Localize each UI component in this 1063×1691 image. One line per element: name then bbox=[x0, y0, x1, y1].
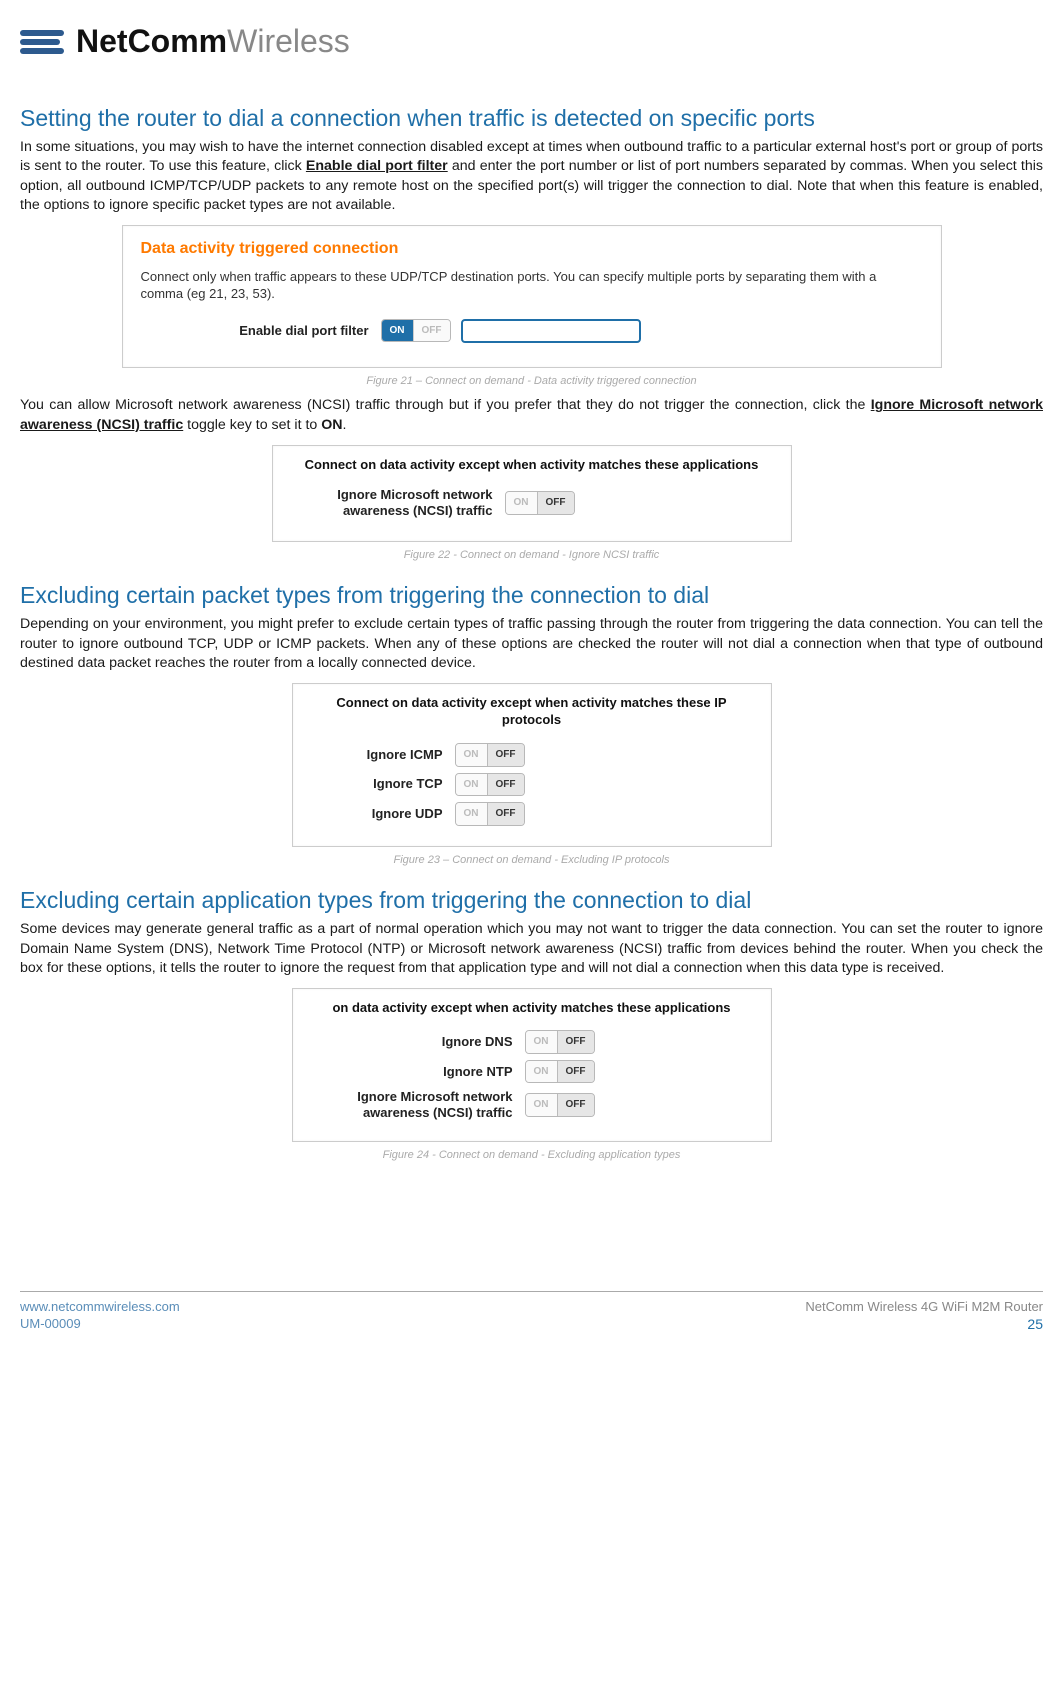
brand-name-light: Wireless bbox=[227, 23, 350, 59]
figure-24: on data activity except when activity ma… bbox=[20, 988, 1043, 1163]
figure-24-caption: Figure 24 - Connect on demand - Excludin… bbox=[20, 1148, 1043, 1163]
figure-23-caption: Figure 23 – Connect on demand - Excludin… bbox=[20, 853, 1043, 868]
panel-desc: Connect only when traffic appears to the… bbox=[141, 268, 923, 303]
toggle-on: ON bbox=[526, 1031, 557, 1053]
ignore-ntp-toggle[interactable]: ON OFF bbox=[525, 1060, 595, 1084]
enable-dial-port-filter-toggle[interactable]: ON OFF bbox=[381, 319, 451, 343]
brand-header: NetCommWireless bbox=[20, 20, 1043, 63]
footer-docnum: UM-00009 bbox=[20, 1316, 81, 1331]
brand-logo-icon bbox=[20, 24, 66, 60]
toggle-off: OFF bbox=[557, 1094, 594, 1116]
ignore-udp-toggle[interactable]: ON OFF bbox=[455, 802, 525, 826]
paragraph-exclude-apps: Some devices may generate general traffi… bbox=[20, 920, 1043, 978]
ignore-icmp-toggle[interactable]: ON OFF bbox=[455, 743, 525, 767]
footer-product: NetComm Wireless 4G WiFi M2M Router bbox=[805, 1299, 1043, 1314]
ignore-icmp-label: Ignore ICMP bbox=[315, 747, 455, 763]
page-footer: www.netcommwireless.com UM-00009 NetComm… bbox=[20, 1298, 1043, 1334]
footer-page-number: 25 bbox=[1027, 1316, 1043, 1332]
toggle-on: ON bbox=[456, 803, 487, 825]
figure-23: Connect on data activity except when act… bbox=[20, 683, 1043, 867]
toggle-on: ON bbox=[506, 492, 537, 514]
toggle-on: ON bbox=[456, 774, 487, 796]
toggle-off: OFF bbox=[557, 1061, 594, 1083]
panel-ignore-ncsi: Connect on data activity except when act… bbox=[272, 445, 792, 542]
on-word: ON bbox=[321, 417, 342, 433]
enable-dial-port-filter-label: Enable dial port filter bbox=[181, 323, 381, 339]
toggle-off: OFF bbox=[557, 1031, 594, 1053]
ignore-ncsi-toggle[interactable]: ON OFF bbox=[505, 491, 575, 515]
ignore-ncsi-toggle-2[interactable]: ON OFF bbox=[525, 1093, 595, 1117]
brand-name-bold: NetComm bbox=[76, 23, 227, 59]
toggle-off: OFF bbox=[487, 803, 524, 825]
toggle-on: ON bbox=[382, 320, 413, 342]
toggle-off: OFF bbox=[537, 492, 574, 514]
panel-exclude-apps: on data activity except when activity ma… bbox=[292, 988, 772, 1142]
figure-21: Data activity triggered connection Conne… bbox=[20, 225, 1043, 389]
enable-dial-port-filter-term: Enable dial port filter bbox=[306, 158, 448, 174]
figure-22-caption: Figure 22 - Connect on demand - Ignore N… bbox=[20, 548, 1043, 563]
footer-url[interactable]: www.netcommwireless.com bbox=[20, 1299, 180, 1314]
dial-port-filter-input[interactable] bbox=[461, 319, 641, 343]
footer-rule bbox=[20, 1291, 1043, 1292]
figure-22: Connect on data activity except when act… bbox=[20, 445, 1043, 563]
toggle-on: ON bbox=[526, 1061, 557, 1083]
panel-header: on data activity except when activity ma… bbox=[315, 999, 749, 1017]
ignore-ncsi-label: Ignore Microsoft network awareness (NCSI… bbox=[295, 487, 505, 518]
toggle-on: ON bbox=[456, 744, 487, 766]
figure-21-caption: Figure 21 – Connect on demand - Data act… bbox=[20, 374, 1043, 389]
toggle-off: OFF bbox=[487, 744, 524, 766]
brand-name: NetCommWireless bbox=[76, 20, 350, 63]
paragraph-ncsi: You can allow Microsoft network awarenes… bbox=[20, 396, 1043, 434]
ignore-tcp-toggle[interactable]: ON OFF bbox=[455, 773, 525, 797]
toggle-off: OFF bbox=[413, 320, 450, 342]
paragraph-dial-on-ports: In some situations, you may wish to have… bbox=[20, 138, 1043, 215]
heading-dial-on-ports: Setting the router to dial a connection … bbox=[20, 103, 1043, 134]
panel-title: Data activity triggered connection bbox=[141, 238, 923, 260]
panel-header: Connect on data activity except when act… bbox=[295, 456, 769, 474]
panel-data-activity-triggered: Data activity triggered connection Conne… bbox=[122, 225, 942, 368]
toggle-off: OFF bbox=[487, 774, 524, 796]
ignore-dns-toggle[interactable]: ON OFF bbox=[525, 1030, 595, 1054]
heading-exclude-apps: Excluding certain application types from… bbox=[20, 885, 1043, 916]
panel-header: Connect on data activity except when act… bbox=[315, 694, 749, 729]
ignore-dns-label: Ignore DNS bbox=[315, 1034, 525, 1050]
ignore-ntp-label: Ignore NTP bbox=[315, 1064, 525, 1080]
ignore-udp-label: Ignore UDP bbox=[315, 806, 455, 822]
heading-exclude-packets: Excluding certain packet types from trig… bbox=[20, 580, 1043, 611]
toggle-on: ON bbox=[526, 1094, 557, 1116]
ignore-tcp-label: Ignore TCP bbox=[315, 776, 455, 792]
paragraph-exclude-packets: Depending on your environment, you might… bbox=[20, 615, 1043, 673]
ignore-ncsi-label: Ignore Microsoft network awareness (NCSI… bbox=[315, 1089, 525, 1120]
panel-exclude-ip: Connect on data activity except when act… bbox=[292, 683, 772, 847]
